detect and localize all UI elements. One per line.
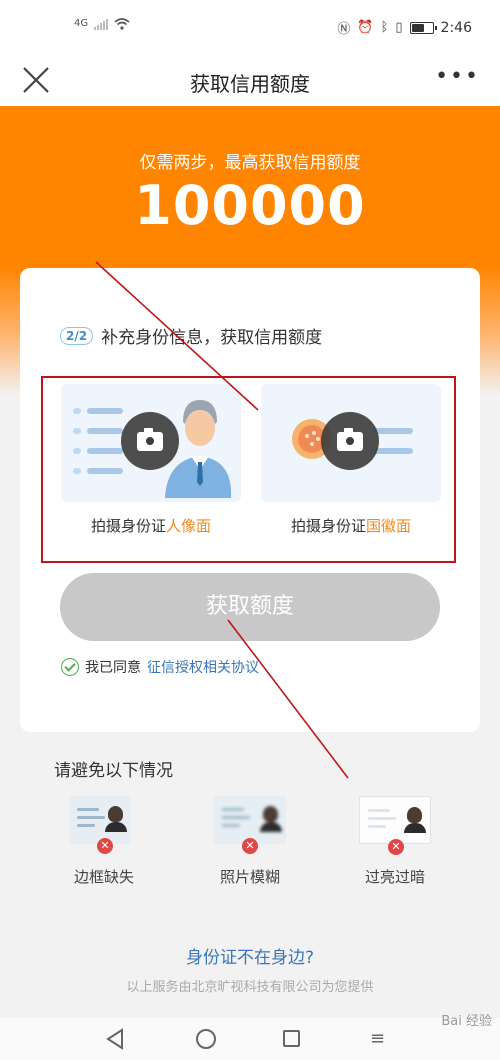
signal-icon	[94, 18, 109, 30]
avoid-title: 请避免以下情况	[54, 761, 173, 781]
id-thumb-blurry: ✕	[214, 796, 286, 854]
nfc-icon: Ⓝ	[337, 22, 351, 37]
agree-text: 我已同意	[85, 660, 141, 676]
back-icon[interactable]	[105, 1028, 125, 1050]
status-right: Ⓝ ⏰ ᛒ ▯ 2:46	[337, 18, 472, 38]
avoid-item-blur: ✕ 照片模糊	[205, 796, 295, 887]
status-left: 4G	[74, 17, 130, 30]
avoid-label: 边框缺失	[73, 868, 134, 886]
camera-icon[interactable]	[321, 412, 379, 470]
id-front-label: 拍摄身份证人像面	[90, 517, 212, 535]
more-icon[interactable]: •••	[435, 64, 480, 89]
alarm-icon: ⏰	[357, 20, 374, 35]
battery-level	[411, 23, 424, 32]
agreement-link[interactable]: 征信授权相关协议	[147, 657, 259, 677]
recent-apps-icon[interactable]	[283, 1030, 300, 1047]
get-credit-button[interactable]: 获取额度	[60, 573, 440, 641]
avoid-label: 照片模糊	[219, 868, 280, 886]
watermark: Bai 经验	[441, 1014, 492, 1029]
error-icon: ✕	[242, 838, 258, 854]
step-indicator: 2/2 补充身份信息，获取信用额度	[60, 323, 322, 348]
avoid-item-border: ✕ 边框缺失	[59, 796, 149, 887]
id-front-upload[interactable]	[61, 384, 241, 502]
nav-bar: 获取信用额度 •••	[0, 56, 500, 106]
avoid-item-exposure: ✕ 过亮过暗	[350, 796, 440, 887]
id-back-upload[interactable]	[261, 384, 441, 502]
hero-subtitle: 仅需两步，最高获取信用额度	[139, 153, 361, 173]
status-bar: 4G Ⓝ ⏰ ᛒ ▯ 2:46	[0, 0, 500, 56]
avoid-label: 过亮过暗	[364, 868, 425, 886]
bluetooth-icon: ᛒ	[380, 20, 389, 35]
network-type: 4G	[74, 18, 89, 29]
credit-amount: 100000	[134, 174, 366, 237]
system-nav-bar: ≡	[0, 1018, 500, 1060]
home-icon[interactable]	[196, 1029, 216, 1049]
id-thumb-overexposed: ✕	[359, 796, 431, 855]
battery-icon	[409, 21, 437, 34]
provider-note: 以上服务由北京旷视科技有限公司为您提供	[126, 980, 374, 995]
vibrate-icon: ▯	[395, 20, 403, 35]
no-id-link[interactable]: 身份证不在身边?	[0, 943, 500, 968]
wifi-icon	[114, 18, 130, 30]
id-upload-card: 2/2 补充身份信息，获取信用额度 拍摄身份证人像面 拍摄身份证国徽面 获取额度…	[20, 268, 480, 732]
id-thumb-cropped: ✕	[69, 796, 131, 854]
step-text: 补充身份信息，获取信用额度	[101, 328, 323, 348]
clock: 2:46	[440, 19, 472, 36]
step-badge: 2/2	[60, 326, 94, 345]
id-back-label: 拍摄身份证国徽面	[290, 517, 412, 535]
upload-area: 拍摄身份证人像面 拍摄身份证国徽面	[41, 376, 456, 563]
page-title: 获取信用额度	[190, 72, 310, 96]
error-icon: ✕	[388, 839, 404, 855]
menu-icon[interactable]: ≡	[370, 1028, 385, 1049]
agree-checkbox[interactable]	[61, 658, 79, 676]
error-icon: ✕	[97, 838, 113, 854]
camera-icon[interactable]	[121, 412, 179, 470]
agreement-row: 我已同意 征信授权相关协议	[61, 657, 259, 677]
